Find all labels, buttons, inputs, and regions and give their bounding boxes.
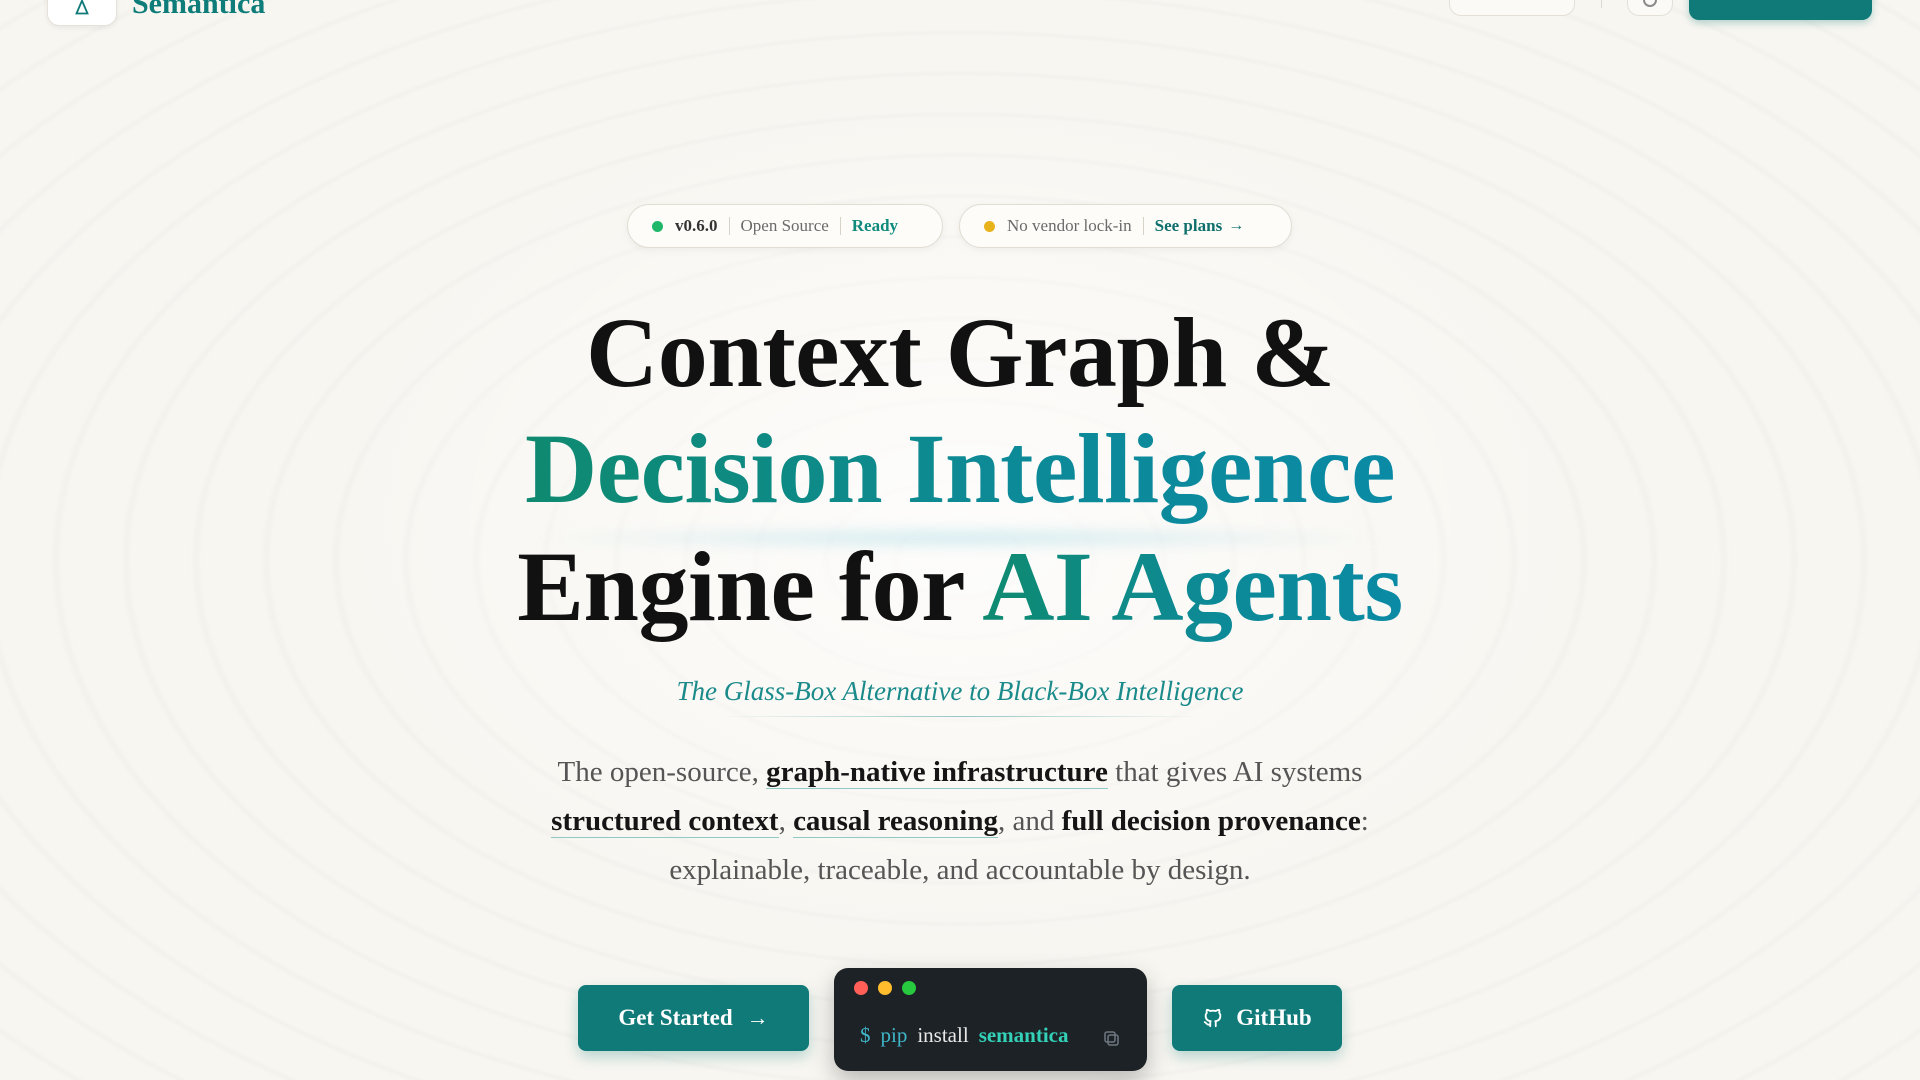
plans-badge: No vendor lock-in See plans →: [959, 204, 1292, 248]
headline-accent-1: Decision Intelligence: [525, 413, 1395, 524]
logo[interactable]: [47, 0, 117, 26]
logo-icon: [75, 0, 89, 15]
github-button[interactable]: GitHub: [1172, 985, 1342, 1051]
version-label: v0.6.0: [675, 216, 718, 235]
lockin-label: No vendor lock-in: [1007, 216, 1132, 235]
desc-highlight: causal reasoning: [793, 805, 998, 838]
hero-tagline: The Glass-Box Alternative to Black-Box I…: [676, 676, 1244, 706]
brand-name[interactable]: Semantica: [132, 0, 265, 22]
status-label: Ready: [851, 216, 899, 235]
license-label: Open Source: [740, 216, 829, 235]
arrow-right-icon: →: [746, 1005, 769, 1030]
see-plans-link[interactable]: See plans →: [1155, 216, 1245, 236]
desc-highlight: graph-native infrastructure: [766, 756, 1108, 789]
install-command: $ pip install semantica: [860, 1023, 1069, 1048]
theme-toggle-button[interactable]: [1627, 0, 1673, 16]
github-label: GitHub: [1236, 1005, 1312, 1030]
desc-text: that gives AI systems: [1107, 756, 1363, 788]
terminal-verb: install: [917, 1023, 969, 1047]
headline-plain-3: Engine for: [517, 531, 983, 642]
github-icon: [1204, 1008, 1222, 1028]
desc-highlight: full decision provenance: [1061, 805, 1361, 837]
tagline-underline: [720, 716, 1200, 717]
see-plans-label: See plans: [1154, 216, 1223, 235]
minimize-dot-icon: [878, 981, 892, 995]
get-started-button[interactable]: Get Started →: [578, 985, 809, 1051]
window-controls: [854, 981, 926, 995]
badge-divider: [1142, 217, 1144, 235]
headline-line-2: Decision Intelligence: [0, 414, 1920, 524]
badge-divider: [839, 217, 841, 235]
theme-toggle-icon: [1643, 0, 1657, 7]
top-navbar: Semantica: [0, 0, 1920, 30]
version-badge: v0.6.0 Open Source Ready: [627, 204, 943, 248]
terminal-prompt: $: [860, 1023, 871, 1047]
copy-icon[interactable]: [1103, 1030, 1121, 1048]
desc-text: The open-source,: [557, 756, 767, 788]
status-dot-icon: [652, 220, 663, 232]
headline-line-1: Context Graph &: [585, 297, 1335, 408]
arrow-right-icon: →: [1228, 217, 1245, 234]
get-started-label: Get Started: [618, 1005, 733, 1030]
desc-highlight: structured context: [551, 805, 779, 838]
status-dot-icon: [984, 220, 995, 232]
close-dot-icon: [854, 981, 868, 995]
terminal-cmd: pip: [880, 1023, 908, 1047]
nav-divider: [1601, 0, 1602, 8]
install-terminal: $ pip install semantica: [834, 968, 1147, 1071]
nav-cta-button[interactable]: [1689, 0, 1872, 20]
desc-text: , and: [997, 805, 1062, 837]
github-stars-pill[interactable]: [1449, 0, 1575, 16]
headline-accent-2: AI Agents: [982, 531, 1403, 642]
badge-divider: [728, 217, 730, 235]
hero-description: The open-source, graph-native infrastruc…: [545, 748, 1375, 895]
headline-line-3: Engine for AI Agents: [0, 532, 1920, 642]
terminal-package: semantica: [978, 1023, 1069, 1047]
desc-text: ,: [778, 805, 794, 837]
maximize-dot-icon: [902, 981, 916, 995]
